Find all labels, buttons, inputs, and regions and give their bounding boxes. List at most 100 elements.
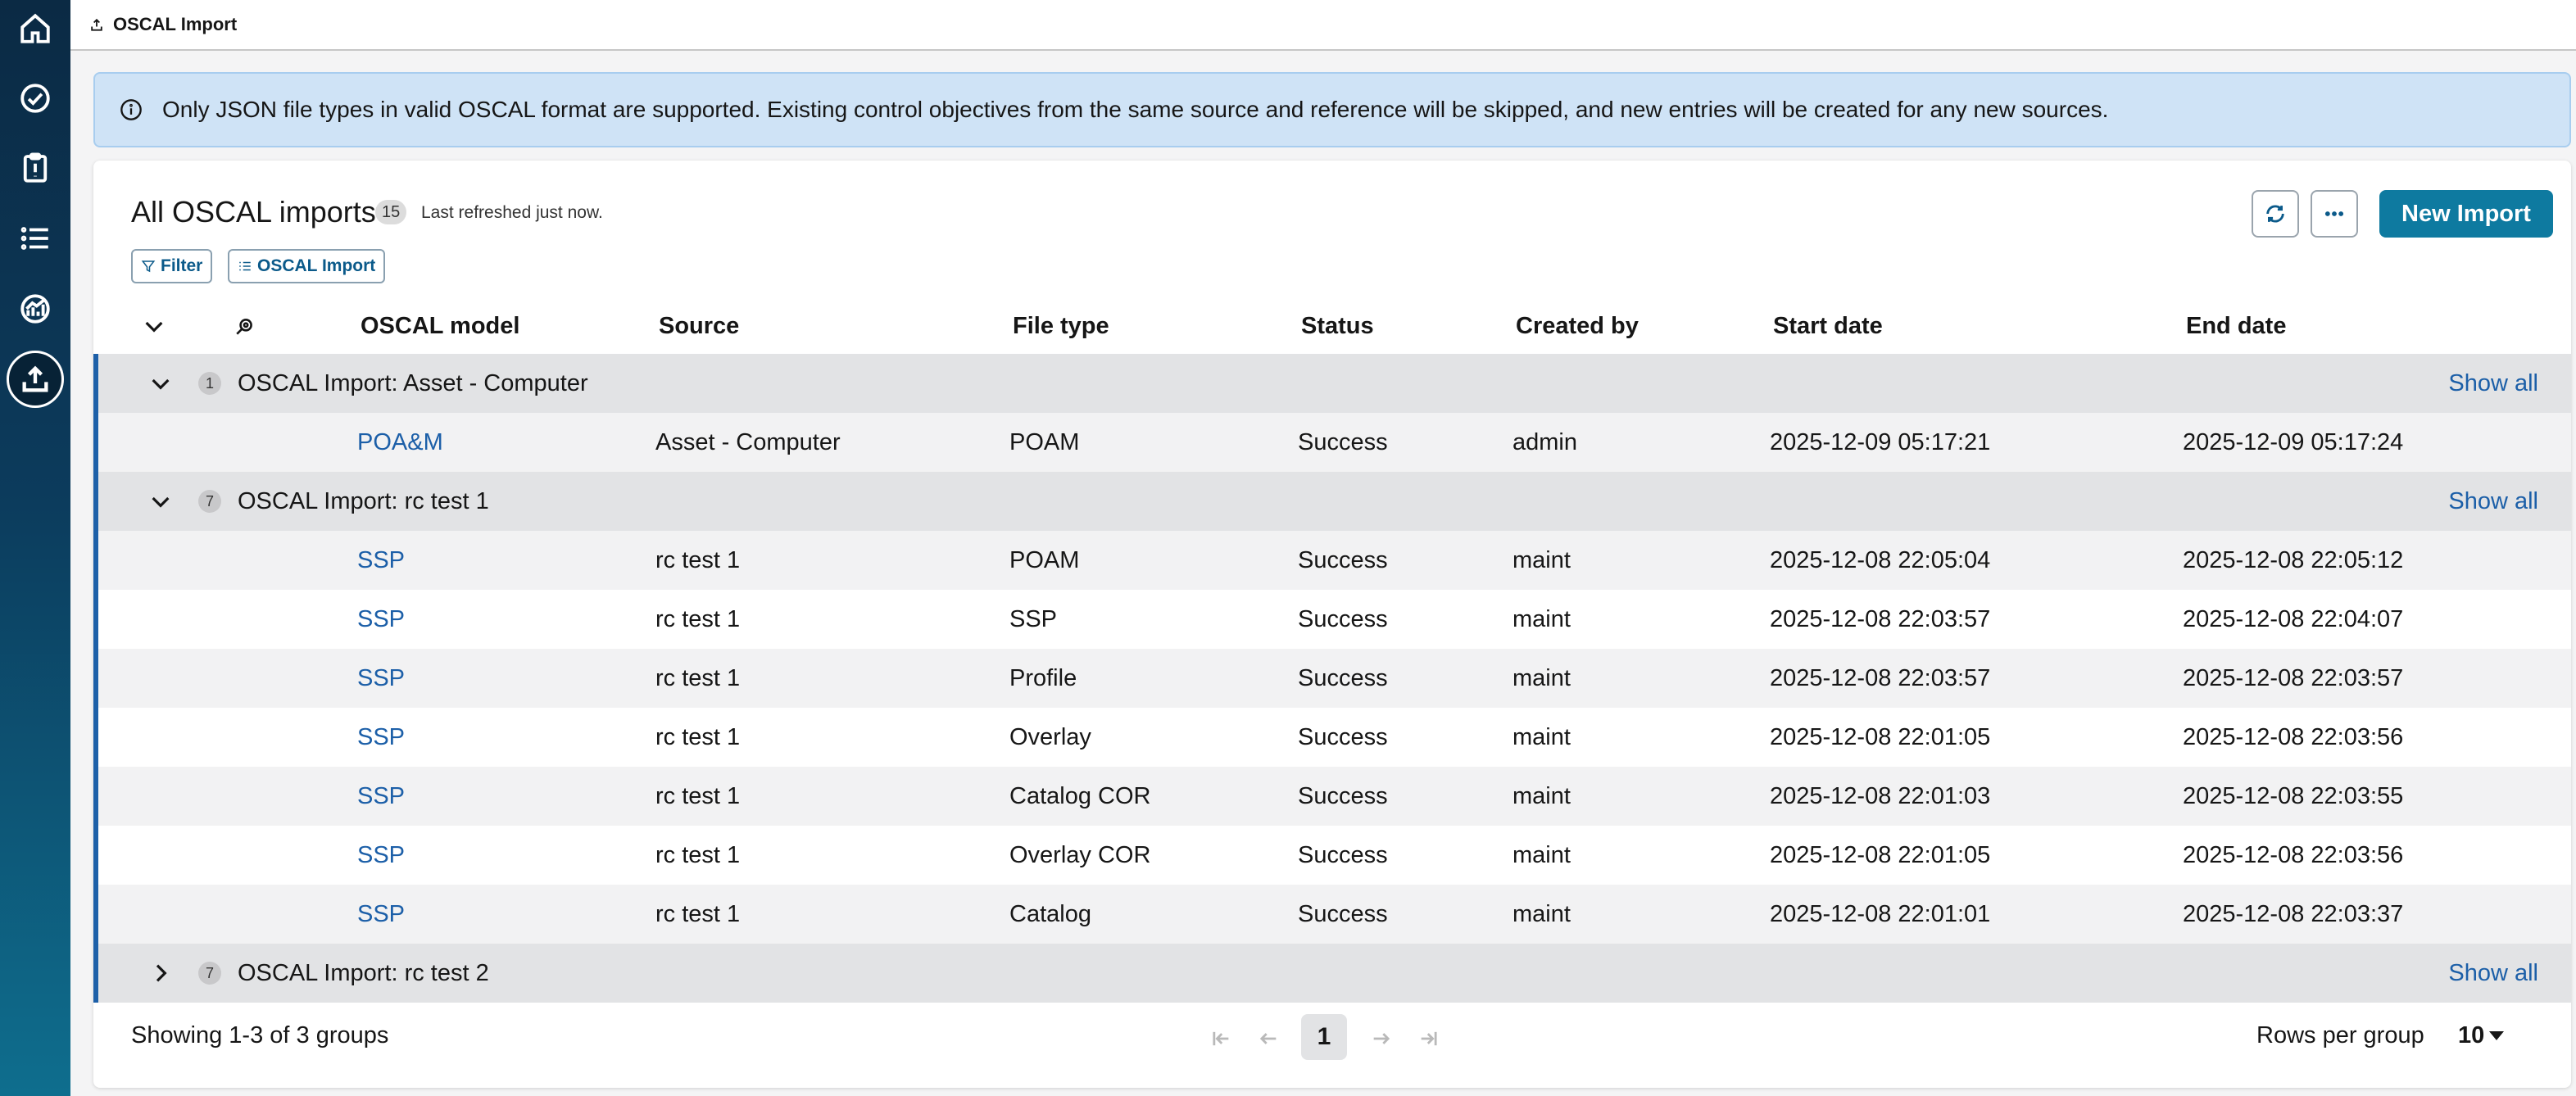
next-page-button[interactable] bbox=[1365, 1021, 1398, 1057]
sidebar-item-import[interactable] bbox=[7, 351, 64, 408]
info-banner-text: Only JSON file types in valid OSCAL form… bbox=[162, 97, 2109, 122]
show-all-link[interactable]: Show all bbox=[2448, 472, 2538, 531]
group-by-chip[interactable]: OSCAL Import bbox=[228, 249, 386, 283]
upload-icon bbox=[91, 18, 102, 31]
group-row[interactable]: 7 OSCAL Import: rc test 1 Show all bbox=[93, 472, 2571, 531]
group-toggle[interactable] bbox=[147, 488, 174, 514]
list-icon bbox=[20, 227, 48, 250]
group-toggle[interactable] bbox=[147, 960, 174, 986]
group-toggle[interactable] bbox=[147, 370, 174, 396]
status-cell: Success bbox=[1298, 429, 1388, 455]
first-page-icon bbox=[1213, 1031, 1229, 1046]
sidebar-item-tasks[interactable] bbox=[15, 147, 56, 188]
column-header-model[interactable]: OSCAL model bbox=[361, 300, 519, 352]
file-type-cell: Overlay bbox=[1009, 724, 1091, 750]
status-cell: Success bbox=[1298, 842, 1388, 868]
start-date-cell: 2025-12-08 22:03:57 bbox=[1770, 606, 1991, 632]
table-row: SSP rc test 1 SSP Success maint 2025-12-… bbox=[93, 590, 2571, 649]
rows-per-group-value: 10 bbox=[2458, 1022, 2485, 1048]
table-body: 1 OSCAL Import: Asset - Computer Show al… bbox=[93, 354, 2571, 1003]
column-header-file-type[interactable]: File type bbox=[1013, 300, 1109, 352]
table-row: SSP rc test 1 Profile Success maint 2025… bbox=[93, 649, 2571, 708]
model-link[interactable]: SSP bbox=[357, 590, 405, 649]
search-settings-icon bbox=[236, 319, 252, 335]
column-header-start-date[interactable]: Start date bbox=[1773, 300, 1883, 352]
last-page-button[interactable] bbox=[1413, 1021, 1445, 1057]
group-by-label: OSCAL Import bbox=[257, 256, 376, 275]
source-cell: rc test 1 bbox=[655, 547, 741, 573]
file-type-cell: POAM bbox=[1009, 547, 1080, 573]
new-import-button[interactable]: New Import bbox=[2379, 190, 2553, 238]
list-icon bbox=[239, 261, 251, 271]
table-row: SSP rc test 1 Overlay COR Success maint … bbox=[93, 826, 2571, 885]
sidebar-item-analytics[interactable] bbox=[15, 288, 56, 329]
status-cell: Success bbox=[1298, 783, 1388, 809]
upload-icon bbox=[22, 365, 48, 392]
model-link[interactable]: SSP bbox=[357, 767, 405, 826]
column-settings-toggle[interactable] bbox=[234, 316, 256, 337]
created-by-cell: maint bbox=[1512, 842, 1571, 868]
analytics-icon bbox=[20, 294, 50, 324]
refresh-icon bbox=[2266, 205, 2284, 223]
group-title: OSCAL Import: rc test 1 bbox=[238, 488, 489, 514]
show-all-link[interactable]: Show all bbox=[2448, 944, 2538, 1003]
file-type-cell: Overlay COR bbox=[1009, 842, 1151, 868]
start-date-cell: 2025-12-08 22:01:01 bbox=[1770, 901, 1991, 927]
created-by-cell: maint bbox=[1512, 783, 1571, 809]
previous-page-button[interactable] bbox=[1252, 1021, 1285, 1057]
more-options-button[interactable] bbox=[2311, 190, 2358, 238]
model-link[interactable]: SSP bbox=[357, 649, 405, 708]
sidebar-item-list[interactable] bbox=[15, 218, 56, 259]
file-type-cell: Catalog bbox=[1009, 901, 1091, 927]
model-link[interactable]: SSP bbox=[357, 826, 405, 885]
chevron-down-icon bbox=[145, 321, 163, 333]
column-header-end-date[interactable]: End date bbox=[2186, 300, 2286, 352]
model-link[interactable]: POA&M bbox=[357, 413, 443, 472]
table-row: SSP rc test 1 Overlay Success maint 2025… bbox=[93, 708, 2571, 767]
status-cell: Success bbox=[1298, 606, 1388, 632]
show-all-link[interactable]: Show all bbox=[2448, 354, 2538, 413]
model-link[interactable]: SSP bbox=[357, 885, 405, 944]
source-cell: rc test 1 bbox=[655, 606, 741, 632]
end-date-cell: 2025-12-08 22:03:57 bbox=[2183, 665, 2404, 691]
check-circle-icon bbox=[20, 84, 50, 113]
sidebar-item-compliance[interactable] bbox=[15, 78, 56, 119]
group-row[interactable]: 1 OSCAL Import: Asset - Computer Show al… bbox=[93, 354, 2571, 413]
end-date-cell: 2025-12-08 22:05:12 bbox=[2183, 547, 2404, 573]
current-page-button[interactable]: 1 bbox=[1301, 1014, 1347, 1060]
file-type-cell: Catalog COR bbox=[1009, 783, 1151, 809]
column-header-status[interactable]: Status bbox=[1301, 300, 1374, 352]
column-header-created-by[interactable]: Created by bbox=[1516, 300, 1639, 352]
chevron-down-icon bbox=[152, 496, 170, 508]
end-date-cell: 2025-12-08 22:03:56 bbox=[2183, 842, 2404, 868]
start-date-cell: 2025-12-09 05:17:21 bbox=[1770, 429, 1991, 455]
sidebar-item-home[interactable] bbox=[15, 8, 56, 49]
sidebar-nav bbox=[0, 0, 70, 1096]
info-banner: Only JSON file types in valid OSCAL form… bbox=[93, 72, 2571, 147]
group-row[interactable]: 7 OSCAL Import: rc test 2 Show all bbox=[93, 944, 2571, 1003]
end-date-cell: 2025-12-08 22:03:55 bbox=[2183, 783, 2404, 809]
refresh-button[interactable] bbox=[2252, 190, 2299, 238]
pagination-footer: Showing 1-3 of 3 groups 1 Rows per group… bbox=[93, 998, 2571, 1080]
file-type-cell: Profile bbox=[1009, 665, 1077, 691]
source-cell: rc test 1 bbox=[655, 842, 741, 868]
group-count: 7 bbox=[198, 962, 221, 985]
status-cell: Success bbox=[1298, 547, 1388, 573]
created-by-cell: maint bbox=[1512, 547, 1571, 573]
rows-per-group-select[interactable]: 10 bbox=[2458, 1022, 2505, 1049]
created-by-cell: maint bbox=[1512, 606, 1571, 632]
end-date-cell: 2025-12-08 22:03:56 bbox=[2183, 724, 2404, 750]
created-by-cell: admin bbox=[1512, 429, 1577, 455]
end-date-cell: 2025-12-09 05:17:24 bbox=[2183, 429, 2404, 455]
model-link[interactable]: SSP bbox=[357, 708, 405, 767]
rows-per-group-label: Rows per group bbox=[2256, 1022, 2424, 1048]
page-title: OSCAL Import bbox=[113, 14, 238, 34]
start-date-cell: 2025-12-08 22:05:04 bbox=[1770, 547, 1991, 573]
source-cell: Asset - Computer bbox=[655, 429, 841, 455]
first-page-button[interactable] bbox=[1204, 1021, 1237, 1057]
start-date-cell: 2025-12-08 22:01:03 bbox=[1770, 783, 1991, 809]
column-header-source[interactable]: Source bbox=[659, 300, 739, 352]
filter-button[interactable]: Filter bbox=[131, 249, 213, 283]
model-link[interactable]: SSP bbox=[357, 531, 405, 590]
collapse-all-toggle[interactable] bbox=[141, 313, 167, 339]
